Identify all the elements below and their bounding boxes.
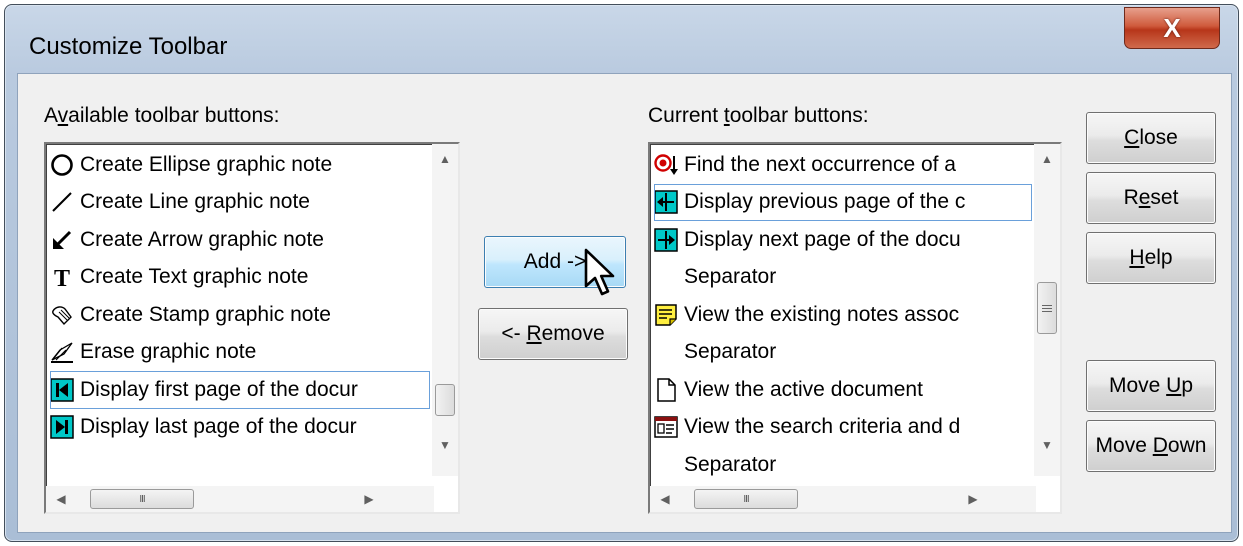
separator-placeholder	[654, 340, 678, 364]
find-next-icon	[654, 153, 678, 177]
list-item-label: Create Text graphic note	[80, 265, 309, 289]
scroll-grip: III	[139, 493, 145, 505]
search-criteria-icon	[654, 415, 678, 439]
list-item-label: Create Stamp graphic note	[80, 302, 331, 326]
list-item-label: Display first page of the docur	[80, 377, 358, 401]
scroll-thumb[interactable]	[1037, 282, 1057, 334]
current-buttons-label: Current toolbar buttons:	[648, 104, 869, 127]
list-item[interactable]: Create Arrow graphic note	[50, 221, 430, 259]
eraser-icon	[50, 340, 74, 364]
list-item-label: View the existing notes assoc	[684, 302, 960, 326]
close-button[interactable]: Close	[1086, 112, 1216, 164]
list-item-label: Create Arrow graphic note	[80, 227, 324, 251]
list-item[interactable]: Display next page of the docu	[654, 221, 1032, 259]
scroll-up-arrow-icon[interactable]: ▲	[1034, 146, 1060, 172]
scroll-left-arrow-icon[interactable]: ◀	[48, 486, 74, 512]
list-item[interactable]: Create Stamp graphic note	[50, 296, 430, 334]
list-item-label: Display last page of the docur	[80, 415, 357, 439]
separator-placeholder	[654, 265, 678, 289]
list-item[interactable]: Display previous page of the c	[654, 183, 1032, 221]
move-up-button[interactable]: Move Up	[1086, 360, 1216, 412]
list-item[interactable]: View the active document	[654, 371, 1032, 409]
mouse-pointer-icon	[584, 248, 615, 296]
list-item[interactable]: Find the next occurrence of a	[654, 146, 1032, 184]
list-item[interactable]: Separator	[654, 446, 1032, 484]
document-icon	[654, 378, 678, 402]
window-close-button[interactable]: X	[1124, 7, 1220, 49]
current-list-rows: Find the next occurrence of a Display pre…	[654, 146, 1032, 484]
scroll-right-arrow-icon[interactable]: ▶	[960, 486, 986, 512]
scroll-down-arrow-icon[interactable]: ▼	[1034, 432, 1060, 458]
available-horizontal-scrollbar[interactable]: ◀ III ▶	[46, 486, 434, 512]
svg-text:T: T	[54, 266, 70, 289]
current-horizontal-scrollbar[interactable]: ◀ III ▶	[650, 486, 1036, 512]
scroll-down-arrow-icon[interactable]: ▼	[432, 432, 458, 458]
list-item-label: Find the next occurrence of a	[684, 152, 956, 176]
reset-button[interactable]: Reset	[1086, 172, 1216, 224]
current-buttons-listbox[interactable]: Find the next occurrence of a Display pre…	[648, 142, 1062, 514]
window-title: Customize Toolbar	[29, 33, 228, 60]
notes-icon	[654, 303, 678, 327]
available-list-rows: Create Ellipse graphic note Create Line g…	[50, 146, 430, 446]
last-page-icon	[50, 415, 74, 439]
list-item[interactable]: Erase graphic note	[50, 334, 430, 372]
list-item-label: Display next page of the docu	[684, 227, 961, 251]
available-buttons-listbox[interactable]: Create Ellipse graphic note Create Line g…	[44, 142, 460, 514]
list-item-label: View the search criteria and d	[684, 415, 961, 439]
available-vertical-scrollbar[interactable]: ▲ ▼	[432, 144, 458, 476]
list-item-label: Separator	[684, 265, 777, 289]
arrow-icon	[50, 228, 74, 252]
list-item[interactable]: T Create Text graphic note	[50, 259, 430, 297]
list-item-label: View the active document	[684, 377, 923, 401]
line-icon	[50, 190, 74, 214]
ellipse-icon	[50, 153, 74, 177]
first-page-icon	[50, 378, 74, 402]
separator-placeholder	[654, 453, 678, 477]
close-icon: X	[1163, 12, 1181, 43]
previous-page-icon	[654, 190, 678, 214]
list-item[interactable]: Create Ellipse graphic note	[50, 146, 430, 184]
list-item-label: Create Line graphic note	[80, 190, 310, 214]
list-item-label: Create Ellipse graphic note	[80, 152, 333, 176]
list-item-label: Erase graphic note	[80, 340, 257, 364]
stamp-icon	[50, 303, 74, 327]
current-vertical-scrollbar[interactable]: ▲ ▼	[1034, 144, 1060, 476]
list-item-label: Separator	[684, 452, 777, 476]
next-page-icon	[654, 228, 678, 252]
available-buttons-label: Available toolbar buttons:	[44, 104, 280, 127]
text-icon: T	[50, 265, 74, 289]
list-item[interactable]: Display last page of the docur	[50, 409, 430, 447]
list-item-label: Display previous page of the c	[684, 190, 966, 214]
scroll-right-arrow-icon[interactable]: ▶	[356, 486, 382, 512]
scroll-grip: III	[743, 493, 749, 505]
list-item[interactable]: Separator	[654, 259, 1032, 297]
dialog-client-area: Available toolbar buttons: Create Ellips…	[17, 73, 1232, 533]
list-item[interactable]: View the existing notes assoc	[654, 296, 1032, 334]
scroll-thumb[interactable]: III	[90, 489, 194, 509]
list-item-label: Separator	[684, 340, 777, 364]
scroll-left-arrow-icon[interactable]: ◀	[652, 486, 678, 512]
list-item[interactable]: Create Line graphic note	[50, 184, 430, 222]
scroll-up-arrow-icon[interactable]: ▲	[432, 146, 458, 172]
list-item[interactable]: Display first page of the docur	[50, 371, 430, 409]
scroll-thumb[interactable]	[435, 384, 455, 416]
list-item[interactable]: Separator	[654, 334, 1032, 372]
move-down-button[interactable]: Move Down	[1086, 420, 1216, 472]
scroll-thumb[interactable]: III	[694, 489, 798, 509]
remove-button[interactable]: <- Remove	[478, 308, 628, 360]
list-item[interactable]: View the search criteria and d	[654, 409, 1032, 447]
help-button[interactable]: Help	[1086, 232, 1216, 284]
